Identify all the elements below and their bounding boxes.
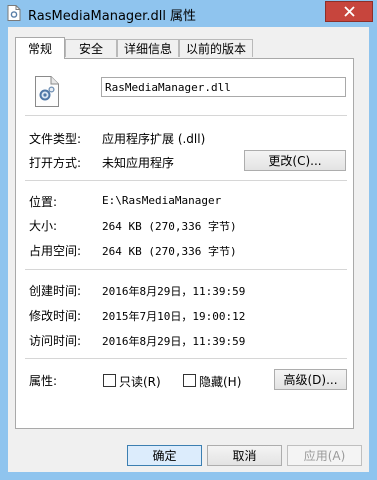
opens-with-value: 未知应用程序	[102, 156, 175, 170]
readonly-label[interactable]: 只读(R)	[119, 373, 161, 390]
properties-window: RasMediaManager.dll 属性 常规 安全 详细信息 以前的版本	[0, 0, 377, 480]
location-value: E:\RasMediaManager	[102, 194, 222, 207]
accessed-label: 访问时间:	[29, 334, 82, 348]
file-type-label: 文件类型:	[29, 132, 82, 146]
divider	[25, 180, 347, 181]
hidden-label[interactable]: 隐藏(H)	[199, 373, 241, 390]
tab-previous-versions[interactable]: 以前的版本	[179, 39, 253, 57]
divider	[25, 269, 347, 270]
ok-button[interactable]: 确定	[127, 445, 202, 466]
dialog-client-area: 常规 安全 详细信息 以前的版本 RasMediaManager.dll 文件类…	[8, 27, 369, 472]
location-label: 位置:	[29, 195, 58, 209]
cancel-button[interactable]: 取消	[207, 445, 282, 466]
tab-label: 安全	[78, 42, 103, 56]
general-tab-panel: RasMediaManager.dll 文件类型: 应用程序扩展 (.dll) …	[15, 58, 354, 429]
size-on-disk-value: 264 KB (270,336 字节)	[102, 245, 237, 258]
close-button[interactable]	[325, 1, 373, 22]
advanced-button[interactable]: 高级(D)...	[274, 369, 347, 390]
dll-file-icon	[7, 5, 21, 21]
readonly-checkbox[interactable]	[103, 374, 116, 387]
size-value: 264 KB (270,336 字节)	[102, 220, 237, 233]
divider	[25, 358, 347, 359]
title-bar[interactable]: RasMediaManager.dll 属性	[0, 0, 377, 26]
created-value: 2016年8月29日，11:39:59	[102, 285, 246, 298]
window-title: RasMediaManager.dll 属性	[28, 9, 197, 24]
opens-with-label: 打开方式:	[29, 156, 82, 170]
tab-general[interactable]: 常规	[15, 37, 65, 59]
modified-label: 修改时间:	[29, 309, 82, 323]
divider	[25, 115, 347, 116]
accessed-value: 2016年8月29日，11:39:59	[102, 335, 246, 348]
modified-value: 2015年7月10日，19:00:12	[102, 310, 246, 323]
tab-strip: 常规 安全 详细信息 以前的版本	[15, 37, 355, 59]
created-label: 创建时间:	[29, 284, 82, 298]
tab-label: 常规	[27, 42, 52, 56]
file-type-value: 应用程序扩展 (.dll)	[102, 132, 206, 146]
attributes-label: 属性:	[29, 374, 58, 388]
tab-security[interactable]: 安全	[65, 39, 117, 57]
dll-file-gear-icon	[35, 76, 59, 107]
tab-details[interactable]: 详细信息	[117, 39, 179, 57]
close-icon	[343, 6, 355, 17]
tab-label: 以前的版本	[185, 42, 246, 56]
tab-label: 详细信息	[123, 42, 172, 56]
apply-button[interactable]: 应用(A)	[287, 445, 362, 466]
file-name-field[interactable]: RasMediaManager.dll	[101, 77, 346, 97]
size-on-disk-label: 占用空间:	[29, 244, 82, 258]
hidden-checkbox[interactable]	[183, 374, 196, 387]
change-button[interactable]: 更改(C)...	[244, 150, 346, 171]
size-label: 大小:	[29, 219, 58, 233]
